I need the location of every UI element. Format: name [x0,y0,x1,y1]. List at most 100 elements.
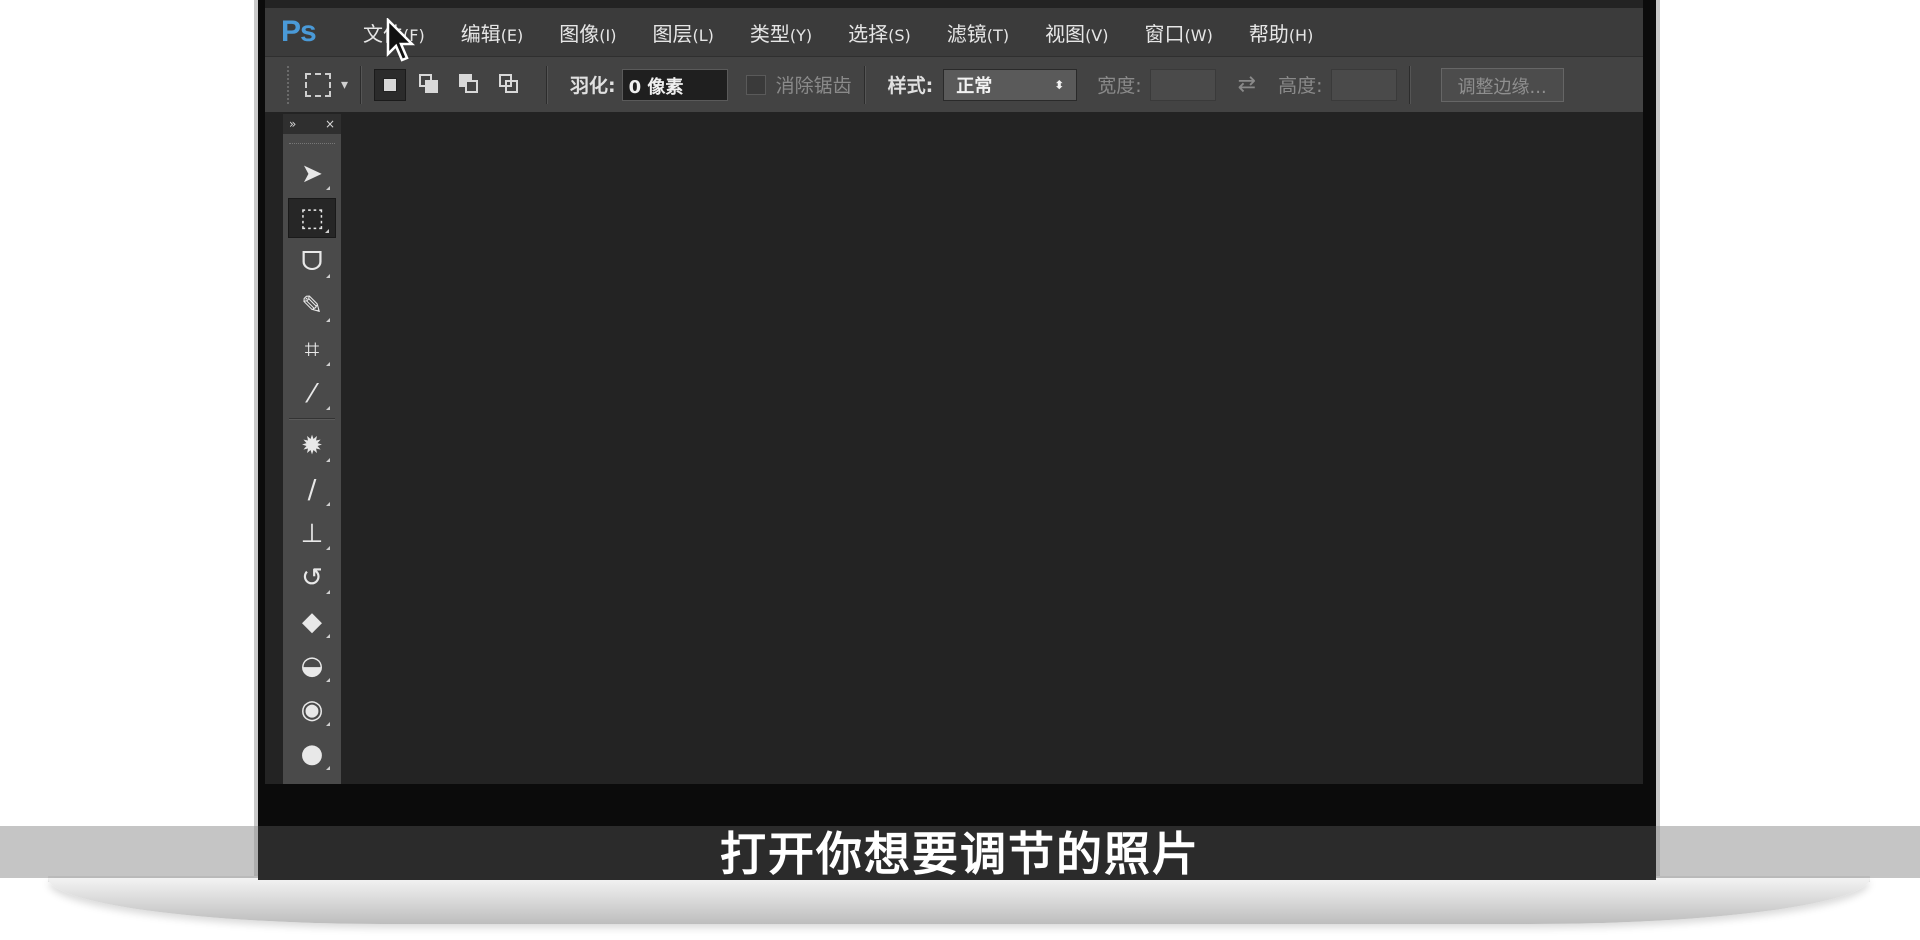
divider [360,65,363,104]
style-select-value: 正常 [956,75,993,97]
chevron-down-icon[interactable]: ▾ [341,77,348,93]
menu-item-shortcut: (L) [692,25,714,45]
brush-tool[interactable]: ∕ [288,470,336,510]
menu-item-shortcut: (S) [888,25,911,45]
healing-tool[interactable]: ✹ [288,426,336,466]
refine-edge-button[interactable]: 调整边缘... [1440,67,1564,102]
photoshop-window: Ps 文件(F) 编辑(E) 图像(I) 图层(L) 类型(Y) 选择(S) 滤镜(T) 视图… [265,0,1643,784]
menu-item-4[interactable]: 类型(Y) [750,18,812,47]
height-input[interactable] [1330,68,1397,101]
menu-item-1[interactable]: 编辑(E) [461,18,524,47]
flyout-indicator-icon [326,502,330,506]
menu-item-shortcut: (V) [1085,25,1109,45]
menu-item-2[interactable]: 图像(I) [559,18,616,47]
tool-list: ➤ ⬚ ᗜ ✎ ⌗ ⁄ ✹ ∕ ⊥ ↺ ◆ ◒ ◉ ● [283,154,341,774]
collapse-icon[interactable]: » [289,117,296,131]
paint-bucket-tool[interactable]: ◒ [288,646,336,686]
menu-item-shortcut: (I) [599,25,617,45]
menu-item-6[interactable]: 滤镜(T) [947,18,1009,47]
menu-item-8[interactable]: 窗口(W) [1145,18,1213,47]
menu-item-3[interactable]: 图层(L) [652,18,713,47]
swap-icon[interactable]: ⇄ [1238,72,1256,97]
eraser-tool[interactable]: ◆ [288,602,336,642]
toolbox-grip[interactable] [289,136,335,144]
menu-item-9[interactable]: 帮助(H) [1249,18,1314,47]
menu-item-7[interactable]: 视图(V) [1045,18,1108,47]
toolbox: » × ➤ ⬚ ᗜ ✎ ⌗ ⁄ ✹ ∕ ⊥ ↺ ◆ ◒ ◉ ● [283,114,341,784]
flyout-indicator-icon [326,766,330,770]
divider [1408,65,1411,104]
eraser-icon: ◆ [302,607,322,637]
menu-item-label: 类型 [749,21,790,46]
menu-item-label: 编辑 [460,21,501,46]
paint-bucket-icon: ◒ [300,651,324,681]
history-brush-tool[interactable]: ↺ [288,558,336,598]
intersect-selection-button[interactable] [494,69,526,101]
feather-input[interactable]: 0 像素 [621,68,728,101]
dodge-icon: ● [300,739,324,769]
menu-item-shortcut: (H) [1288,25,1314,45]
new-selection-button[interactable] [374,68,407,101]
flyout-indicator-icon [326,362,330,366]
close-icon[interactable]: × [325,117,335,131]
dodge-tool[interactable]: ● [288,734,336,774]
menu-item-5[interactable]: 选择(S) [848,18,911,47]
menu-item-shortcut: (Y) [789,25,813,45]
toolbox-header: » × [283,114,341,134]
clone-stamp-icon: ⊥ [300,519,324,549]
flyout-indicator-icon [325,229,329,233]
subtract-selection-icon [459,73,481,96]
intersect-selection-icon [499,73,521,96]
subtitle-text: 打开你想要调节的照片 [720,827,1200,881]
eyedropper-tool[interactable]: ⁄ [288,374,336,414]
rect-marquee-icon: ⬚ [299,203,325,233]
menu-items: 文件(F) 编辑(E) 图像(I) 图层(L) 类型(Y) 选择(S) 滤镜(T) 视图(V)… [341,18,1327,47]
style-label: 样式: [887,75,934,97]
brush-icon: ∕ [307,475,317,505]
menu-item-label: 滤镜 [946,21,987,46]
subtract-from-selection-button[interactable] [454,69,486,101]
lasso-tool[interactable]: ᗜ [288,242,336,282]
ps-logo: Ps [281,15,317,48]
quick-select-tool[interactable]: ✎ [288,286,336,326]
flyout-indicator-icon [326,722,330,726]
spot-healing-icon: ✹ [301,431,323,461]
new-selection-icon [383,77,398,92]
antialias-checkbox[interactable] [745,74,766,95]
divider [863,65,866,104]
move-tool[interactable]: ➤ [288,154,336,194]
antialias-label: 消除锯齿 [775,75,852,97]
options-bar: ▾ 羽化: 0 像素 消除锯齿 样式: 正常 ⬍ 宽度: ⇄ 高度: 调整边缘.… [265,56,1643,112]
menu-item-label: 图层 [652,21,693,46]
options-grip[interactable] [287,65,293,104]
width-label: 宽度: [1097,75,1142,97]
menu-item-label: 图像 [559,21,600,46]
crop-tool[interactable]: ⌗ [288,330,336,370]
stamp-tool[interactable]: ⊥ [288,514,336,554]
height-label: 高度: [1278,75,1323,97]
blur-tool[interactable]: ◉ [288,690,336,730]
menu-item-label: 视图 [1045,21,1086,46]
add-selection-icon [419,73,441,96]
flyout-indicator-icon [326,406,330,410]
menu-item-shortcut: (T) [986,25,1010,45]
style-select[interactable]: 正常 ⬍ [943,68,1078,101]
history-brush-icon: ↺ [301,563,323,593]
flyout-indicator-icon [326,186,330,190]
eyedropper-icon: ⁄ [309,379,315,409]
laptop-base [48,878,1870,924]
menu-item-shortcut: (E) [500,25,524,45]
rect-marquee-preset-icon[interactable] [305,72,331,97]
marquee-tool[interactable]: ⬚ [288,198,336,238]
flyout-indicator-icon [326,458,330,462]
flyout-indicator-icon [326,274,330,278]
menu-item-label: 选择 [848,21,889,46]
updown-icon: ⬍ [1054,77,1065,92]
add-to-selection-button[interactable] [414,69,446,101]
move-icon: ➤ [301,159,323,189]
menu-item-label: 帮助 [1248,21,1289,46]
flyout-indicator-icon [326,590,330,594]
flyout-indicator-icon [326,678,330,682]
menu-item-label: 窗口 [1144,21,1185,46]
width-input[interactable] [1149,68,1216,101]
